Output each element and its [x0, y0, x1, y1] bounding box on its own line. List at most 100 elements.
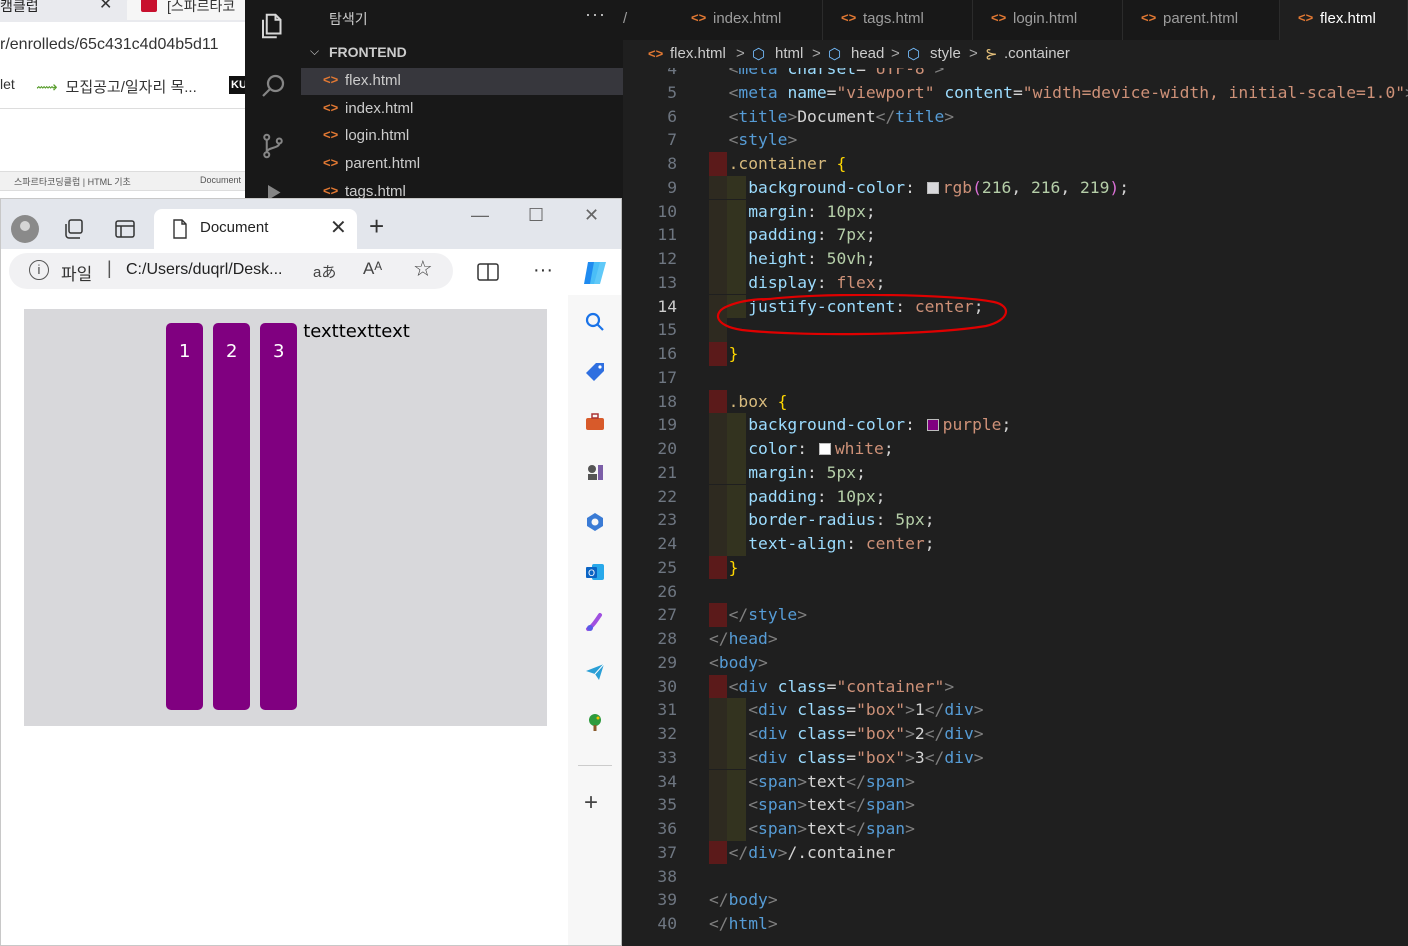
code-line[interactable]: 40 </html> — [623, 912, 1408, 936]
breadcrumb-selector[interactable]: .container — [1004, 45, 1070, 62]
code-line[interactable]: 16 } — [623, 342, 1408, 366]
code-line[interactable]: 22 padding: 10px; — [623, 484, 1408, 509]
more-menu-icon[interactable]: ··· — [533, 259, 553, 282]
tools-toolbox-icon[interactable] — [582, 409, 608, 435]
background-tab-active[interactable]: [스파르타코 — [127, 0, 245, 20]
code-line[interactable]: 36 <span>text</span> — [623, 817, 1408, 841]
explorer-file-index[interactable]: <> index.html — [301, 96, 623, 123]
code-line[interactable]: 35 <span>text</span> — [623, 793, 1408, 817]
search-icon[interactable] — [582, 309, 608, 335]
chevron-down-icon[interactable]: ⌵ — [310, 44, 319, 59]
editor-tab-login[interactable]: <> login.html — [973, 0, 1123, 40]
code-line[interactable]: 26 — [623, 580, 1408, 604]
code-line[interactable]: 10 margin: 10px; — [623, 199, 1408, 224]
outlook-icon[interactable]: O — [582, 559, 608, 585]
info-icon[interactable]: i — [29, 260, 49, 280]
line-number: 13 — [657, 272, 677, 292]
bookmark-partial[interactable]: let — [0, 76, 15, 92]
maximize-button[interactable]: ☐ — [528, 205, 544, 226]
background-url-text[interactable]: r/enrolleds/65c431c4d04b5d11 — [0, 36, 219, 54]
strip-tab-1[interactable]: 스파르타코딩클럽 | HTML 기초 — [14, 175, 131, 188]
code-line[interactable]: 9 background-color: rgb(216, 216, 219); — [623, 175, 1408, 200]
code-line[interactable]: 5 <meta name="viewport" content="width=d… — [623, 81, 1408, 105]
explorer-file-tags[interactable]: <> tags.html — [301, 179, 623, 200]
breadcrumb-head[interactable]: head — [851, 45, 884, 62]
vertical-tabs-icon[interactable] — [114, 219, 136, 244]
code-line[interactable]: 29 <body> — [623, 651, 1408, 675]
code-line[interactable]: 17 — [623, 366, 1408, 390]
folder-frontend[interactable]: FRONTEND — [329, 44, 407, 60]
more-actions-icon[interactable]: ··· — [585, 4, 606, 25]
code-line[interactable]: 6 <title>Document</title> — [623, 105, 1408, 129]
profile-avatar-icon[interactable] — [11, 215, 39, 243]
minimize-button[interactable]: — — [471, 205, 489, 226]
bookmark-ku-icon[interactable]: KU — [229, 76, 245, 94]
code-line[interactable]: 12 height: 50vh; — [623, 247, 1408, 271]
strip-tab-2[interactable]: Document — [200, 175, 241, 185]
code-line[interactable]: 20 color: white; — [623, 437, 1408, 461]
games-chess-icon[interactable] — [582, 459, 608, 485]
tree-icon[interactable] — [582, 709, 608, 735]
code-line[interactable]: 11 padding: 7px; — [623, 223, 1408, 247]
code-line[interactable]: 33 <div class="box">3</div> — [623, 745, 1408, 770]
breadcrumb-html[interactable]: html — [775, 45, 803, 62]
explorer-file-flex[interactable]: <> flex.html — [301, 68, 623, 95]
code-line[interactable]: 30 <div class="container"> — [623, 674, 1408, 699]
add-sidebar-app-button[interactable]: + — [584, 789, 598, 817]
run-debug-icon[interactable] — [245, 180, 301, 200]
tab-close-icon[interactable]: ✕ — [330, 215, 347, 240]
url-text[interactable]: C:/Users/duqrl/Desk... — [126, 261, 282, 279]
microsoft-365-icon[interactable] — [582, 509, 608, 535]
workspaces-icon[interactable] — [61, 217, 85, 246]
code-line[interactable]: 38 — [623, 865, 1408, 889]
immersive-reader-icon[interactable]: aあ — [313, 261, 336, 282]
code-line[interactable]: 18 .box { — [623, 389, 1408, 414]
split-screen-icon[interactable] — [477, 263, 499, 286]
line-number: 35 — [657, 795, 677, 815]
code-line[interactable]: 23 border-radius: 5px; — [623, 508, 1408, 532]
code-line[interactable]: 19 background-color: purple; — [623, 413, 1408, 437]
favorite-star-icon[interactable]: ☆ — [413, 256, 433, 282]
code-line[interactable]: 27 </style> — [623, 603, 1408, 627]
breadcrumb-file[interactable]: flex.html — [670, 45, 726, 62]
code-line[interactable]: 21 margin: 5px; — [623, 460, 1408, 485]
shopping-tag-icon[interactable] — [582, 359, 608, 385]
explorer-file-parent[interactable]: <> parent.html — [301, 151, 623, 178]
editor-tab-tags[interactable]: <> tags.html — [823, 0, 973, 40]
editor-tab-parent[interactable]: <> parent.html — [1123, 0, 1280, 40]
explorer-file-login[interactable]: <> login.html — [301, 123, 623, 150]
code-line[interactable]: 4 <meta charset="UTF-8"> — [623, 68, 1408, 81]
send-telegram-icon[interactable] — [582, 659, 608, 685]
editor-tab-flex[interactable]: <> flex.html — [1280, 0, 1408, 40]
url-field[interactable]: i 파일 | C:/Users/duqrl/Desk... aあ Aᴬ ☆ — [9, 253, 453, 289]
search-icon[interactable] — [245, 66, 301, 106]
code-line[interactable]: 13 display: flex; — [623, 270, 1408, 295]
code-line[interactable]: 28 </head> — [623, 627, 1408, 651]
breadcrumb-style[interactable]: style — [930, 45, 961, 62]
code-line[interactable]: 32 <div class="box">2</div> — [623, 722, 1408, 746]
tab-overflow[interactable]: / — [623, 10, 627, 27]
designer-icon[interactable] — [582, 609, 608, 635]
explorer-icon[interactable] — [245, 6, 301, 46]
code-line[interactable]: 39 </body> — [623, 888, 1408, 912]
edge-tab-document[interactable]: Document ✕ — [154, 209, 357, 249]
code-line[interactable]: 8 .container { — [623, 152, 1408, 176]
bookmark-jobs[interactable]: ⟿ 모집공고/일자리 목... — [36, 76, 197, 97]
code-line[interactable]: 15 — [623, 318, 1408, 342]
close-window-button[interactable]: ✕ — [584, 205, 599, 226]
code-line[interactable]: 37 </div>/.container — [623, 840, 1408, 865]
code-line[interactable]: 24 text-align: center; — [623, 532, 1408, 556]
editor-tab-index[interactable]: <> index.html — [673, 0, 823, 40]
read-aloud-icon[interactable]: Aᴬ — [363, 259, 382, 279]
code-line[interactable]: 14 justify-content: center; — [623, 294, 1408, 319]
code-line[interactable]: 31 <div class="box">1</div> — [623, 698, 1408, 722]
code-line[interactable]: 25 } — [623, 555, 1408, 580]
background-tab-close-icon[interactable]: ✕ — [99, 0, 112, 14]
code-line[interactable]: 34 <span>text</span> — [623, 769, 1408, 794]
source-control-icon[interactable] — [245, 126, 301, 166]
code-line[interactable]: 7 <style> — [623, 128, 1408, 152]
background-tab-label[interactable]: 캠클럽 — [0, 0, 39, 16]
new-tab-button[interactable]: + — [369, 211, 384, 242]
code-editor[interactable]: 4 <meta charset="UTF-8"> 5 <meta name="vi… — [623, 68, 1408, 946]
copilot-icon[interactable] — [580, 259, 610, 292]
